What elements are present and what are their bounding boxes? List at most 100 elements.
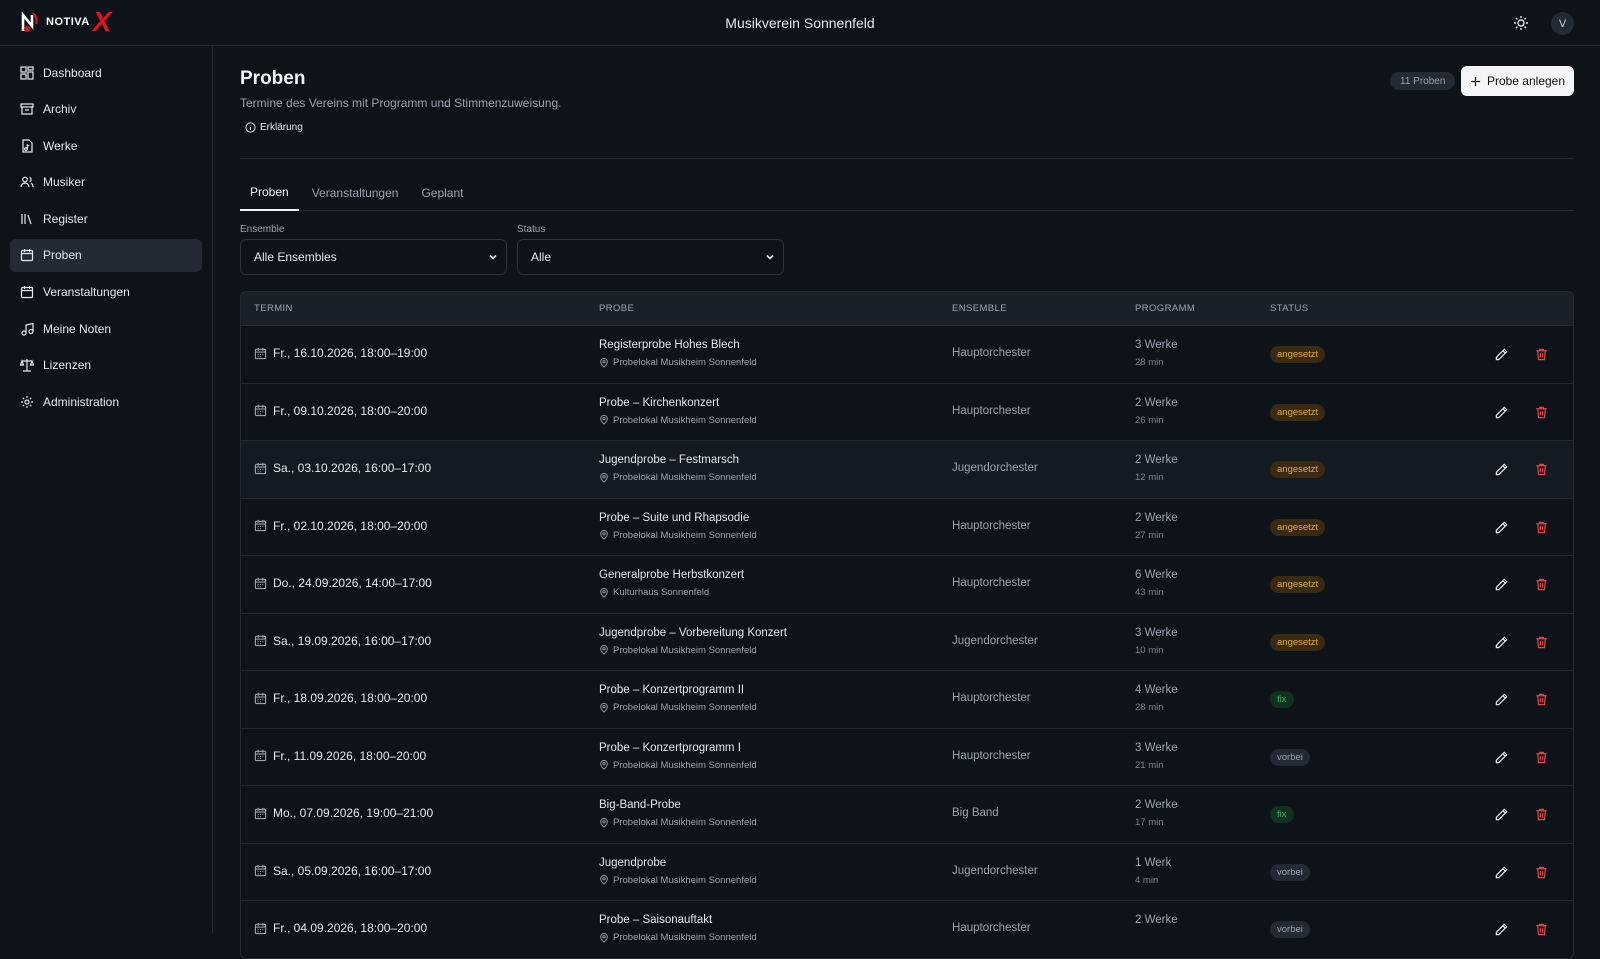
probe-location: Probelokal Musikheim Sonnenfeld xyxy=(599,357,757,368)
table-body: Fr., 16.10.2026, 18:00–19:00 Registerprob… xyxy=(241,325,1573,958)
tab-veranstaltungen[interactable]: Veranstaltungen xyxy=(302,174,409,211)
header-ensemble[interactable]: ENSEMBLE xyxy=(952,303,1007,314)
theme-toggle-button[interactable] xyxy=(1510,12,1532,34)
probe-title[interactable]: Probe – Kirchenkonzert xyxy=(599,397,719,409)
sidebar-item-musiker[interactable]: Musiker xyxy=(10,166,202,199)
table-row[interactable]: Sa., 03.10.2026, 16:00–17:00 Jugendprobe … xyxy=(241,440,1573,498)
probe-title[interactable]: Big-Band-Probe xyxy=(599,799,681,811)
probe-title[interactable]: Jugendprobe – Festmarsch xyxy=(599,454,739,466)
edit-icon[interactable] xyxy=(1494,922,1509,937)
table-row[interactable]: Fr., 16.10.2026, 18:00–19:00 Registerprob… xyxy=(241,325,1573,383)
termin-cell: Fr., 18.09.2026, 18:00–20:00 xyxy=(254,691,427,705)
sidebar-item-veranstaltungen[interactable]: Veranstaltungen xyxy=(10,276,202,309)
sidebar-item-archiv[interactable]: Archiv xyxy=(10,93,202,126)
delete-icon[interactable] xyxy=(1534,347,1549,362)
probe-title[interactable]: Probe – Saisonauftakt xyxy=(599,914,712,926)
edit-icon[interactable] xyxy=(1494,520,1509,535)
edit-icon[interactable] xyxy=(1494,692,1509,707)
gear-icon xyxy=(21,395,33,408)
calendar-icon xyxy=(254,749,267,762)
status-badge: vorbei xyxy=(1270,921,1310,938)
probe-title[interactable]: Probe – Konzertprogramm I xyxy=(599,742,741,754)
status-badge: fix xyxy=(1270,806,1294,823)
explain-link[interactable]: Erklärung xyxy=(245,122,303,133)
status-select-value: Alle xyxy=(531,250,552,264)
delete-icon[interactable] xyxy=(1534,807,1549,822)
sidebar-item-label: Musiker xyxy=(43,175,86,190)
map-pin-icon xyxy=(600,587,608,598)
sidebar-item-label: Dashboard xyxy=(43,65,102,80)
table-row[interactable]: Fr., 09.10.2026, 18:00–20:00 Probe – Kirc… xyxy=(241,382,1573,441)
table-row[interactable]: Fr., 04.09.2026, 18:00–20:00 Probe – Sais… xyxy=(241,900,1573,958)
edit-icon[interactable] xyxy=(1494,347,1509,362)
sidebar-item-werke[interactable]: Werke xyxy=(10,129,202,162)
delete-icon[interactable] xyxy=(1534,750,1549,765)
ensemble-cell: Big Band xyxy=(952,807,999,819)
header-termin[interactable]: TERMIN xyxy=(254,303,293,314)
table-row[interactable]: Fr., 18.09.2026, 18:00–20:00 Probe – Konz… xyxy=(241,670,1573,728)
ensemble-select[interactable]: Alle Ensembles xyxy=(240,239,507,275)
probe-title[interactable]: Jugendprobe xyxy=(599,857,666,869)
delete-icon[interactable] xyxy=(1534,692,1549,707)
add-probe-button[interactable]: Probe anlegen xyxy=(1461,66,1574,96)
table-row[interactable]: Fr., 11.09.2026, 18:00–20:00 Probe – Konz… xyxy=(241,727,1573,786)
table-row[interactable]: Sa., 19.09.2026, 16:00–17:00 Jugendprobe … xyxy=(241,612,1573,671)
ensemble-cell: Jugendorchester xyxy=(952,864,1038,877)
calendar-icon xyxy=(254,462,267,474)
sidebar-item-meine-noten[interactable]: Meine Noten xyxy=(10,312,202,345)
probe-location: Probelokal Musikheim Sonnenfeld xyxy=(599,760,757,771)
probe-title[interactable]: Registerprobe Hohes Blech xyxy=(599,339,740,351)
add-probe-label: Probe anlegen xyxy=(1486,74,1566,88)
tab-proben[interactable]: Proben xyxy=(240,174,299,211)
delete-icon[interactable] xyxy=(1534,865,1549,880)
edit-icon[interactable] xyxy=(1494,635,1509,650)
sidebar-item-register[interactable]: Register xyxy=(10,202,202,235)
delete-icon[interactable] xyxy=(1534,405,1549,420)
table-row[interactable]: Do., 24.09.2026, 14:00–17:00 Generalprobe… xyxy=(241,555,1573,613)
probe-title[interactable]: Probe – Suite und Rhapsodie xyxy=(599,512,749,524)
termin-cell: Sa., 19.09.2026, 16:00–17:00 xyxy=(254,634,431,648)
status-badge: angesetzt xyxy=(1270,518,1326,536)
header-programm[interactable]: PROGRAMM xyxy=(1135,303,1195,314)
location-text: Probelokal Musikheim Sonnenfeld xyxy=(613,414,757,426)
scale-icon xyxy=(20,359,34,372)
table-row[interactable]: Sa., 05.09.2026, 16:00–17:00 Jugendprobe P… xyxy=(241,842,1573,901)
tab-geplant[interactable]: Geplant xyxy=(411,174,473,211)
sidebar-item-dashboard[interactable]: Dashboard xyxy=(10,56,202,89)
edit-icon[interactable] xyxy=(1494,462,1509,477)
termin-cell: Sa., 05.09.2026, 16:00–17:00 xyxy=(254,864,431,878)
probe-title[interactable]: Jugendprobe – Vorbereitung Konzert xyxy=(599,627,787,639)
termin-text: Fr., 18.09.2026, 18:00–20:00 xyxy=(273,691,428,705)
sidebar-item-administration[interactable]: Administration xyxy=(10,385,202,418)
table-row[interactable]: Fr., 02.10.2026, 18:00–20:00 Probe – Suit… xyxy=(241,497,1573,556)
edit-icon[interactable] xyxy=(1494,405,1509,420)
status-badge: vorbei xyxy=(1270,748,1310,766)
probe-title[interactable]: Probe – Konzertprogramm II xyxy=(599,684,744,696)
edit-icon[interactable] xyxy=(1494,865,1509,880)
avatar[interactable]: V xyxy=(1551,12,1574,35)
calendar-icon xyxy=(20,249,34,262)
ensemble-cell: Hauptorchester xyxy=(952,749,1031,762)
calendar-icon xyxy=(254,864,267,877)
header-probe[interactable]: PROBE xyxy=(599,303,634,314)
probe-title[interactable]: Generalprobe Herbstkonzert xyxy=(599,569,744,581)
delete-icon[interactable] xyxy=(1534,462,1549,477)
sidebar-item-lizenzen[interactable]: Lizenzen xyxy=(10,349,202,382)
page-title: Proben xyxy=(240,68,306,89)
delete-icon[interactable] xyxy=(1534,520,1549,535)
delete-icon[interactable] xyxy=(1534,635,1549,650)
edit-icon[interactable] xyxy=(1494,577,1509,592)
status-select[interactable]: Alle xyxy=(517,239,784,275)
edit-icon[interactable] xyxy=(1494,750,1509,765)
archive-icon xyxy=(20,103,34,115)
map-pin-icon xyxy=(600,530,608,540)
table-row[interactable]: Mo., 07.09.2026, 19:00–21:00 Big-Band-Pro… xyxy=(241,785,1573,843)
header-status[interactable]: STATUS xyxy=(1270,303,1308,314)
delete-icon[interactable] xyxy=(1534,577,1549,592)
edit-icon[interactable] xyxy=(1494,807,1509,822)
delete-icon[interactable] xyxy=(1534,922,1549,937)
sidebar-item-proben[interactable]: Proben xyxy=(10,238,202,272)
status-filter-label: Status xyxy=(517,224,546,235)
programm-count: 6 Werke xyxy=(1135,569,1178,581)
programm-count: 2 Werke xyxy=(1135,914,1178,926)
